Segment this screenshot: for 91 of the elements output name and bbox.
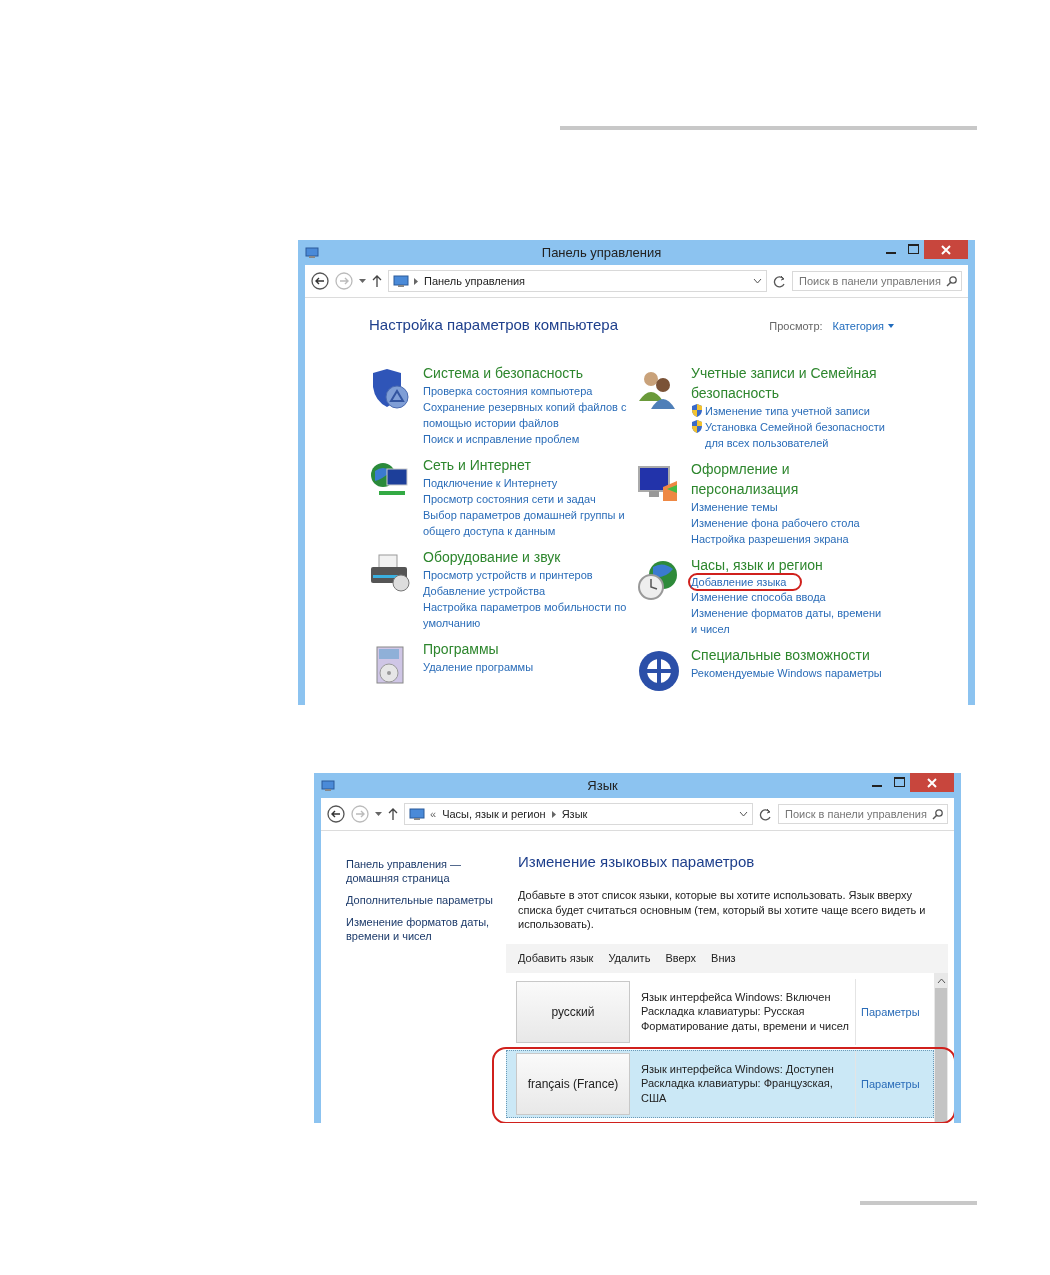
view-dropdown[interactable]: Категория (832, 320, 894, 332)
task-link[interactable]: Изменение типа учетной записи (705, 403, 870, 419)
up-button[interactable] (388, 808, 398, 820)
monitor-icon (393, 274, 409, 288)
toolbar-button[interactable]: Добавить язык (518, 951, 594, 965)
category-link[interactable]: Оформление и персонализация (691, 459, 887, 499)
minimize-icon (886, 251, 896, 254)
shield-icon (691, 420, 703, 433)
refresh-button[interactable] (759, 807, 772, 821)
close-button[interactable] (910, 773, 954, 792)
task-link[interactable]: Поиск и исправление проблем (423, 431, 580, 447)
breadcrumb-separator-icon (414, 277, 418, 285)
category-link[interactable]: Система и безопасность (423, 363, 583, 383)
section-heading: Настройка параметров компьютера (369, 316, 619, 333)
recent-pages-button[interactable] (359, 278, 366, 284)
caret-icon (888, 324, 894, 328)
task-link[interactable]: Настройка разрешения экрана (691, 531, 849, 547)
breadcrumb-link[interactable]: Часы, язык и регион (442, 808, 546, 820)
language-details: Язык интерфейса Windows: Включен Раскладка клавиатуры: Русская Форматирование даты, времени и чисел (630, 978, 856, 1045)
search-icon (932, 808, 943, 820)
task-link[interactable]: Настройка параметров мобильности по умолчанию (423, 599, 633, 631)
sidebar-link[interactable]: Изменение форматов даты, времени и чисел (346, 915, 496, 943)
options-link[interactable]: Параметры (856, 1077, 920, 1090)
sidebar-link[interactable]: Дополнительные параметры (346, 893, 496, 907)
task-link[interactable]: Удаление программы (423, 659, 534, 675)
scrollbar[interactable] (934, 972, 948, 1122)
language-details: Язык интерфейса Windows: Доступен Раскладка клавиатуры: Французская, США (630, 1050, 856, 1117)
section-heading: Изменение языковых параметров (518, 853, 756, 870)
task-link[interactable]: Сохранение резервных копий файлов с помощью истории файлов (423, 399, 633, 431)
task-link[interactable]: Добавление устройства (423, 583, 546, 599)
description-text: Добавьте в этот список языки, которые вы хотите использовать. Язык вверху списка будет считаться основным (тем, который вы хотите чаще всего видеть и использовать). (518, 888, 927, 932)
overflow-mark[interactable]: « (430, 808, 437, 820)
category-link[interactable]: Специальные возможности (691, 645, 870, 665)
task-link[interactable]: Изменение темы (691, 499, 778, 515)
refresh-button[interactable] (773, 274, 786, 288)
category-link[interactable]: Сеть и Интернет (423, 455, 531, 475)
monitor-icon (305, 246, 319, 259)
scroll-up-icon[interactable] (936, 977, 946, 984)
category-link[interactable]: Часы, язык и регион (691, 555, 823, 575)
back-button[interactable] (311, 272, 329, 290)
accessibility-icon (637, 649, 681, 693)
sidebar-link[interactable]: Панель управления — домашняя страница (346, 857, 496, 885)
search-icon (946, 275, 957, 287)
address-bar[interactable]: Панель управления (388, 270, 767, 292)
maximize-icon (893, 777, 905, 787)
breadcrumb-separator-icon (551, 810, 556, 818)
monitor-icon (409, 807, 425, 821)
task-link[interactable]: Добавление языка (688, 573, 803, 591)
toolbar-button[interactable]: Вниз (711, 951, 736, 965)
close-icon (927, 777, 937, 788)
chevron-down-icon[interactable] (739, 811, 748, 817)
task-link[interactable]: Изменение способа ввода (691, 589, 826, 605)
breadcrumb-link[interactable]: Панель управления (424, 275, 526, 287)
toolbar-button[interactable]: Удалить (608, 951, 651, 965)
language-row[interactable]: русский Язык интерфейса Windows: Включен Раскладка клавиатуры: Русская Форматирование даты, времени и чисел Параметры (506, 977, 934, 1046)
language-row[interactable]: français (France) Язык интерфейса Windows: Доступен Раскладка клавиатуры: Французская, США Параметры (506, 1049, 934, 1118)
task-link[interactable]: Изменение форматов даты, времени и чисел (691, 605, 887, 637)
address-bar[interactable]: « Часы, язык и регион Язык (404, 803, 753, 825)
task-link[interactable]: Проверка состояния компьютера (423, 383, 593, 399)
search-field[interactable]: Поиск в панели управления (778, 804, 948, 824)
task-link[interactable]: Выбор параметров домашней группы и общего доступа к данным (423, 507, 633, 539)
view-label: Просмотр: (769, 320, 823, 332)
breadcrumb-link[interactable]: Язык (561, 808, 588, 820)
task-link[interactable]: Просмотр устройств и принтеров (423, 567, 593, 583)
close-button[interactable] (924, 240, 968, 259)
shield-icon (691, 404, 703, 417)
up-button[interactable] (372, 275, 382, 287)
task-link[interactable]: Просмотр состояния сети и задач (423, 491, 596, 507)
close-icon (941, 244, 951, 255)
category-link[interactable]: Оборудование и звук (423, 547, 561, 567)
chevron-down-icon[interactable] (753, 278, 762, 284)
back-button[interactable] (327, 805, 345, 823)
task-link[interactable]: Рекомендуемые Windows параметры (691, 665, 882, 681)
scrollbar-thumb[interactable] (935, 987, 947, 1122)
language-tile[interactable]: русский (516, 980, 630, 1043)
task-link[interactable]: Подключение к Интернету (423, 475, 558, 491)
window-title: Язык (586, 778, 619, 793)
task-link[interactable]: Установка Семейной безопасности для всех пользователей (705, 419, 887, 451)
task-link[interactable]: Изменение фона рабочего стола (691, 515, 860, 531)
options-link[interactable]: Параметры (856, 1005, 920, 1018)
maximize-icon (907, 244, 919, 254)
monitor-icon (321, 779, 335, 792)
category-link[interactable]: Учетные записи и Семейная безопасность (691, 363, 887, 403)
language-tile[interactable]: français (France) (516, 1052, 630, 1115)
recent-pages-button[interactable] (375, 811, 382, 817)
toolbar-button[interactable]: Вверх (665, 951, 697, 965)
search-field[interactable]: Поиск в панели управления (792, 271, 962, 291)
window-title: Панель управления (540, 245, 663, 260)
printer-icon (369, 551, 413, 595)
minimize-icon (872, 784, 882, 787)
category-link[interactable]: Программы (423, 639, 499, 659)
